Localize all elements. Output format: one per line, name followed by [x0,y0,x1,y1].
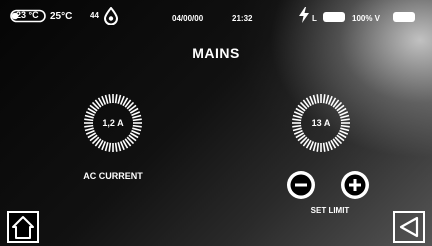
home-button[interactable] [7,211,39,243]
home-icon [12,216,34,239]
mains-screen: 23 °C 25°C 44 04/00/00 21:32 L 100% V MA… [0,0,432,246]
ac-current-gauge: 1,2 A [82,92,144,154]
probe-temperature: 23 °C [16,10,39,20]
ambient-temperature: 25°C [50,11,73,22]
battery-icon [323,12,345,22]
battery-icon [393,12,415,22]
humidity-value: 44 [90,11,99,20]
set-limit-value: 13 A [311,118,331,128]
date-display: 04/00/00 [172,14,204,23]
plus-icon [344,174,366,196]
set-limit-gauge: 13 A [290,92,352,154]
ac-current-value: 1,2 A [102,118,124,128]
decrease-limit-button[interactable] [287,171,315,199]
lightning-bolt-icon [298,7,310,23]
back-triangle-icon [399,216,419,238]
minus-icon [290,174,312,196]
back-button[interactable] [393,211,425,243]
battery-percent: 100% V [352,14,381,23]
set-limit-label: SET LIMIT [310,206,350,215]
droplet-icon [103,6,119,26]
battery-label: L [312,14,317,23]
page-title: MAINS [192,45,240,61]
increase-limit-button[interactable] [341,171,369,199]
time-display: 21:32 [232,14,253,23]
ac-current-label: AC CURRENT [83,171,143,181]
